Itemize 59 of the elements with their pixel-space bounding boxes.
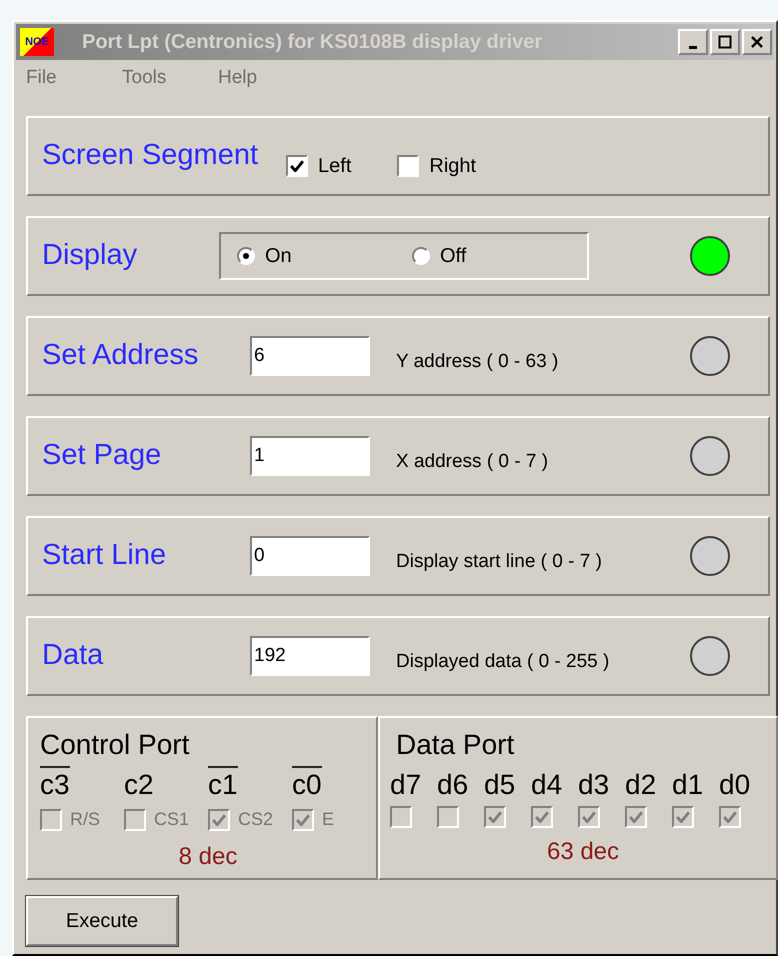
panel-label: Set Address (42, 338, 200, 374)
maximize-button[interactable] (710, 29, 740, 55)
range-hint: Y address ( 0 - 63 ) (396, 350, 558, 374)
check-icon (290, 160, 304, 172)
check-icon (212, 814, 226, 826)
port-value: 63 dec (546, 837, 620, 867)
check-icon (488, 811, 502, 823)
panel-label: Screen Segment (42, 138, 258, 174)
bit-name: d2 (625, 768, 656, 802)
bit-name: c1 (208, 766, 238, 802)
panel-label: Start Line (42, 538, 168, 574)
radio-label: Off (440, 244, 466, 269)
panel-label: Set Page (42, 438, 162, 474)
bit-name: d4 (531, 768, 562, 802)
radio-button[interactable] (412, 247, 430, 265)
checkbox-label: Left (318, 154, 352, 179)
bit-label: CS1 (154, 808, 190, 831)
checkbox[interactable] (286, 155, 308, 177)
close-button[interactable] (742, 29, 772, 55)
bit-name: d3 (578, 768, 610, 802)
value-field[interactable]: 6 (250, 336, 370, 376)
port-title: Data Port (396, 728, 516, 762)
checkbox[interactable] (397, 155, 420, 177)
panel-label: Data (42, 638, 104, 674)
check-icon (535, 811, 549, 823)
check-icon (296, 814, 310, 826)
bit-name: d6 (437, 768, 468, 802)
app-logo: NOE (20, 28, 54, 56)
port-value: 8 dec (178, 842, 238, 872)
bit-name: c0 (292, 766, 322, 802)
range-hint: Display start line ( 0 - 7 ) (396, 550, 602, 574)
bit-name: c3 (40, 766, 70, 802)
check-icon (629, 811, 643, 823)
bit-name: c2 (124, 768, 154, 802)
maximize-icon (718, 35, 732, 49)
range-hint: X address ( 0 - 7 ) (396, 450, 548, 474)
bit-label: E (322, 808, 334, 831)
radio-label: On (265, 244, 292, 269)
close-icon (750, 35, 764, 49)
check-icon (723, 811, 737, 823)
bit-name: d7 (390, 768, 422, 802)
value-field[interactable]: 0 (250, 536, 370, 576)
minimize-button[interactable] (678, 29, 708, 55)
checkbox-label: Right (429, 154, 476, 179)
bit-label: CS2 (238, 808, 274, 831)
bit-name: d1 (672, 768, 704, 802)
check-icon (676, 811, 690, 823)
bit-name: d0 (719, 768, 750, 802)
bit-label: R/S (70, 808, 100, 831)
value-field[interactable]: 1 (250, 436, 370, 476)
panel-label: Display (42, 238, 138, 274)
minimize-icon (689, 46, 697, 48)
port-title: Control Port (40, 728, 190, 762)
value-field[interactable]: 192 (250, 636, 370, 676)
check-icon (582, 811, 596, 823)
execute-button[interactable]: Execute (26, 896, 178, 946)
radio-button[interactable] (237, 247, 255, 265)
range-hint: Displayed data ( 0 - 255 ) (396, 650, 610, 674)
bit-name: d5 (484, 768, 516, 802)
